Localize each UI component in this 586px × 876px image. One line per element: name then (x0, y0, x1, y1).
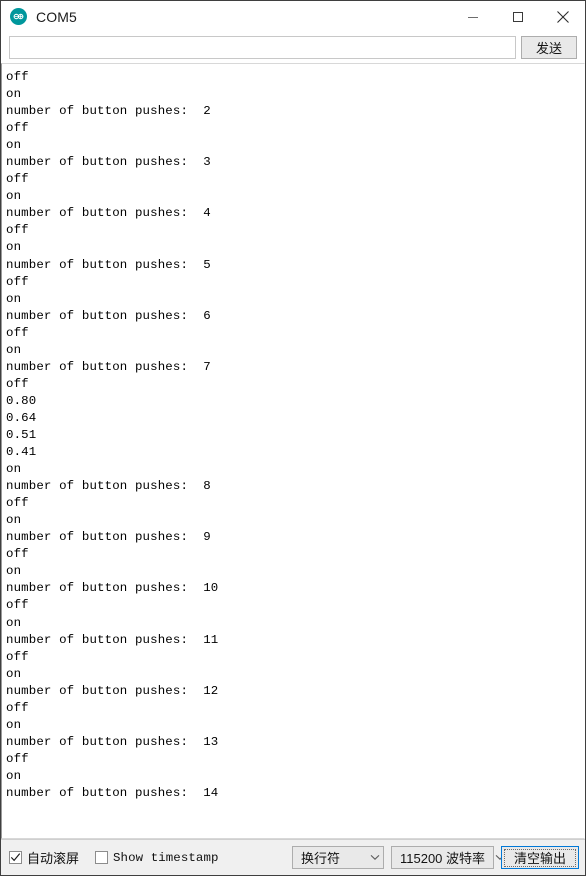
clear-output-label: 清空输出 (504, 848, 576, 867)
arduino-infinity-icon (10, 8, 27, 25)
checkmark-icon (10, 853, 21, 862)
status-bar: 自动滚屏 Show timestamp 换行符 115200 波特率 清空输出 (1, 839, 585, 875)
console-output-area[interactable]: off on number of button pushes: 2 off on… (1, 63, 585, 839)
send-input[interactable] (9, 36, 516, 59)
timestamp-checkbox[interactable] (95, 851, 109, 864)
timestamp-checkbox-group[interactable]: Show timestamp (95, 851, 219, 865)
autoscroll-checkbox[interactable] (9, 851, 22, 864)
chevron-down-icon (366, 854, 383, 861)
window-controls (450, 1, 585, 32)
close-button[interactable] (540, 1, 585, 32)
baud-rate-value: 115200 波特率 (400, 851, 486, 866)
line-ending-select[interactable]: 换行符 (292, 846, 384, 869)
autoscroll-checkbox-group[interactable]: 自动滚屏 (9, 848, 79, 867)
timestamp-label: Show timestamp (113, 850, 219, 865)
title-bar: COM5 (1, 1, 585, 32)
serial-monitor-window: COM5 发送 off on number of button pushes: … (0, 0, 586, 876)
console-text: off on number of button pushes: 2 off on… (6, 70, 219, 800)
autoscroll-label: 自动滚屏 (27, 851, 80, 866)
send-row: 发送 (1, 32, 585, 63)
maximize-button[interactable] (495, 1, 540, 32)
line-ending-value: 换行符 (301, 851, 341, 866)
title-bar-left: COM5 (1, 8, 77, 25)
window-title: COM5 (36, 8, 77, 25)
minimize-button[interactable] (450, 1, 495, 32)
send-button[interactable]: 发送 (521, 36, 577, 59)
baud-rate-select[interactable]: 115200 波特率 (391, 846, 504, 869)
clear-output-button[interactable]: 清空输出 (501, 846, 579, 869)
